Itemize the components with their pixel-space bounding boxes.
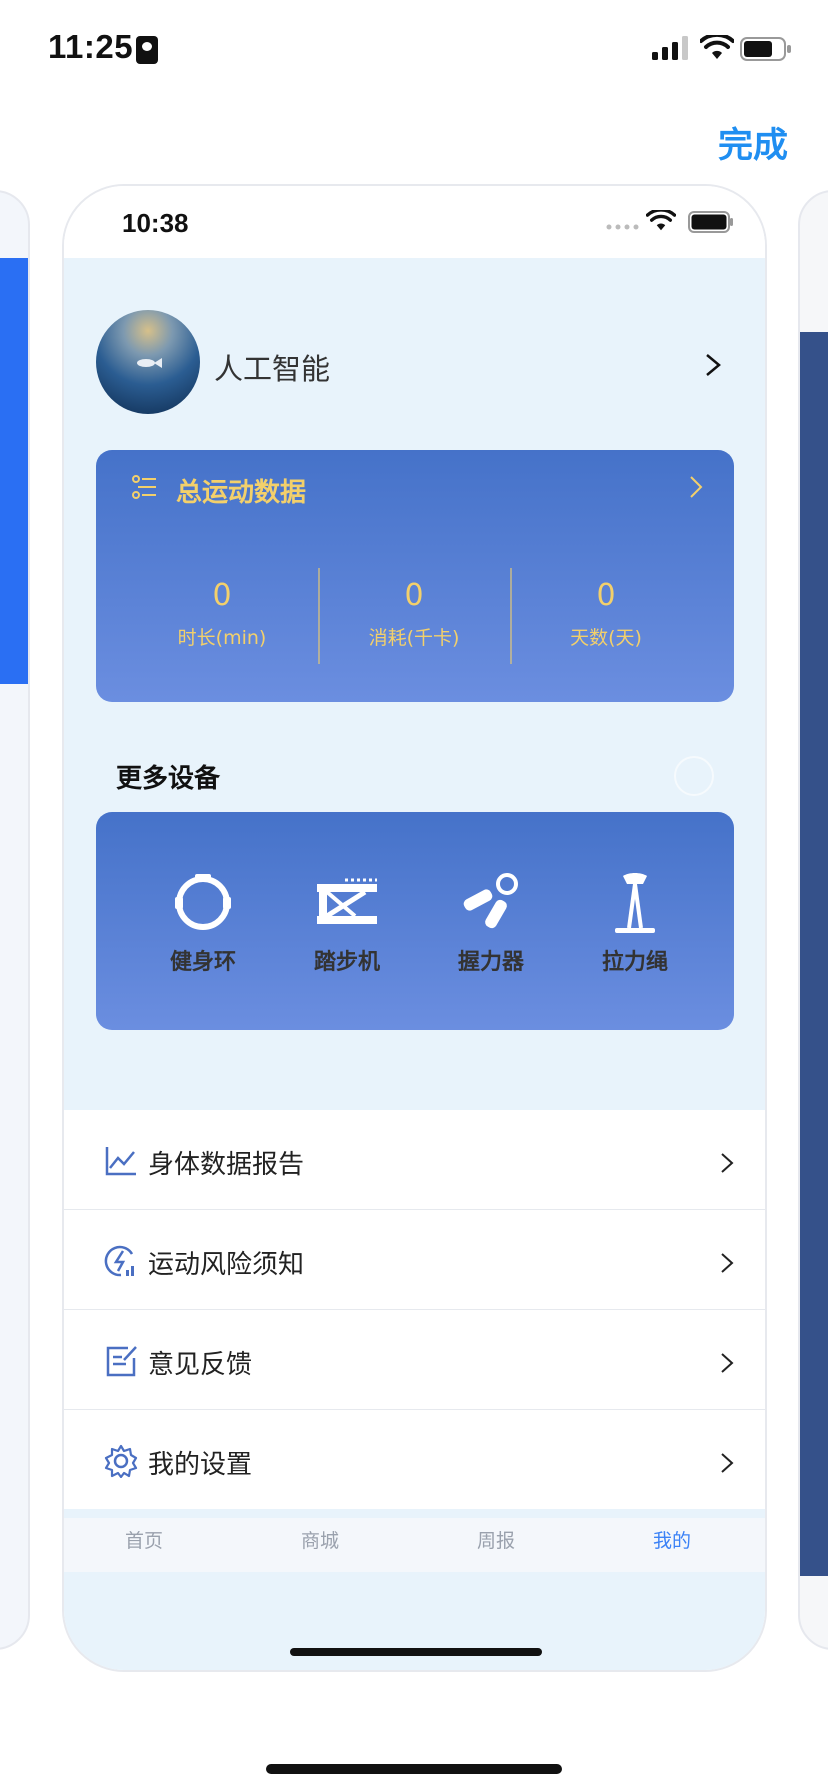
- stat-label: 时长(min): [177, 627, 267, 649]
- menu-item-exercise-risk[interactable]: 运动风险须知: [64, 1210, 765, 1310]
- device-label: 踏步机: [313, 950, 380, 975]
- chevron-right-icon: [721, 1353, 734, 1373]
- menu-label: 意见反馈: [148, 1350, 253, 1380]
- stat-label: 消耗(千卡): [368, 627, 460, 649]
- more-devices-title: 更多设备: [116, 764, 221, 794]
- menu-item-my-settings[interactable]: 我的设置: [64, 1410, 765, 1509]
- status-bar: 11:25: [0, 0, 828, 100]
- signal-dots-icon: [606, 224, 639, 230]
- tab-weekly-report[interactable]: 周报: [436, 1526, 556, 1553]
- total-exercise-card[interactable]: 总运动数据 0 时长(min) 0 消耗(千卡) 0 天数(天): [96, 450, 734, 702]
- device-label: 握力器: [457, 950, 524, 975]
- device-fitness-ring[interactable]: 健身环: [148, 870, 258, 976]
- previous-preview-card[interactable]: [0, 190, 30, 1650]
- devices-card: 健身环 踏步机 握力器 拉力绳: [96, 812, 734, 1030]
- stat-duration: 0 时长(min): [126, 578, 318, 650]
- rope-icon: [615, 873, 655, 933]
- device-label: 拉力绳: [601, 950, 668, 975]
- menu-label: 我的设置: [148, 1450, 253, 1480]
- risk-bolt-icon: [104, 1245, 134, 1277]
- home-indicator[interactable]: [266, 1764, 562, 1774]
- phone-preview-card[interactable]: 10:38 人工智能 总运动数据 0 时长(min) 0 消耗(千卡) 0 天数…: [62, 184, 767, 1672]
- grip-icon: [463, 873, 518, 929]
- done-button[interactable]: 完成: [718, 117, 788, 168]
- profile-name[interactable]: 人工智能: [214, 346, 330, 388]
- preview-battery-icon: [688, 211, 733, 233]
- preview-tab-bar: 首页 商城 周报 我的: [64, 1518, 765, 1572]
- preview-status-time: 10:38: [122, 208, 189, 238]
- menu-label: 运动风险须知: [148, 1250, 305, 1280]
- ring-icon: [175, 874, 231, 930]
- chevron-right-icon: [721, 1453, 734, 1473]
- gear-icon: [104, 1444, 138, 1478]
- device-stepper[interactable]: 踏步机: [292, 870, 402, 976]
- faint-circle-icon: [674, 756, 714, 796]
- filter-list-icon: [132, 475, 156, 499]
- previous-preview-banner: [0, 258, 28, 684]
- menu-label: 身体数据报告: [148, 1150, 305, 1180]
- chevron-right-icon: [721, 1253, 734, 1273]
- stepper-icon: [317, 878, 377, 924]
- stat-value: 0: [596, 578, 616, 613]
- device-hand-grip[interactable]: 握力器: [436, 870, 546, 976]
- avatar[interactable]: [96, 310, 200, 414]
- next-preview-banner: [800, 332, 828, 1576]
- chevron-right-icon: [721, 1153, 734, 1173]
- battery-icon: [740, 37, 791, 61]
- chevron-right-icon[interactable]: [704, 352, 722, 378]
- contact-badge-icon: [136, 36, 158, 64]
- chevron-right-icon[interactable]: [688, 474, 704, 500]
- cellular-signal-icon: [652, 36, 688, 60]
- preview-status-bar: 10:38: [64, 186, 765, 258]
- settings-menu: 身体数据报告 运动风险须知 意见反馈 我的设置: [64, 1110, 765, 1509]
- avatar-fish-image: [137, 358, 162, 368]
- tab-mall[interactable]: 商城: [260, 1526, 380, 1553]
- stat-days: 0 天数(天): [510, 578, 702, 650]
- stat-calories: 0 消耗(千卡): [318, 578, 510, 650]
- stat-label: 天数(天): [570, 627, 642, 649]
- next-preview-card[interactable]: [798, 190, 828, 1650]
- stat-value: 0: [212, 578, 232, 613]
- status-time: 11:25: [48, 28, 134, 65]
- tab-home[interactable]: 首页: [84, 1526, 204, 1553]
- device-label: 健身环: [169, 950, 236, 975]
- tab-mine[interactable]: 我的: [612, 1526, 732, 1553]
- preview-home-indicator: [290, 1648, 542, 1656]
- device-resistance-rope[interactable]: 拉力绳: [580, 870, 690, 976]
- profile-page: 人工智能 总运动数据 0 时长(min) 0 消耗(千卡) 0 天数(天) 更多…: [64, 258, 765, 1670]
- wifi-icon: [700, 35, 734, 59]
- stat-value: 0: [404, 578, 424, 613]
- stats-title: 总运动数据: [176, 478, 307, 508]
- menu-item-feedback[interactable]: 意见反馈: [64, 1310, 765, 1410]
- feedback-edit-icon: [106, 1346, 137, 1377]
- chart-line-icon: [105, 1147, 136, 1176]
- preview-wifi-icon: [646, 210, 676, 231]
- menu-item-body-report[interactable]: 身体数据报告: [64, 1110, 765, 1210]
